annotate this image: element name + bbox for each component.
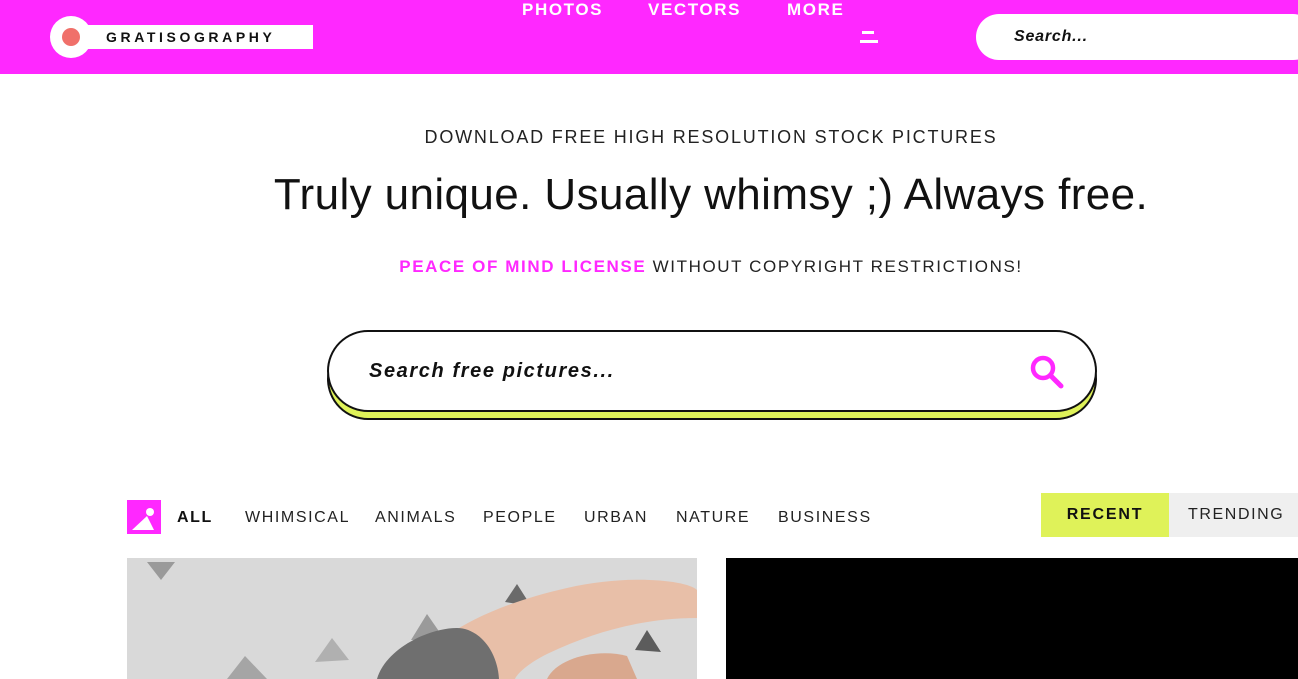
gallery-photo[interactable] xyxy=(726,558,1298,679)
photo-illustration xyxy=(127,558,697,679)
header-search-input[interactable] xyxy=(976,14,1298,60)
license-text: WITHOUT COPYRIGHT RESTRICTIONS! xyxy=(646,257,1023,276)
main-search-input[interactable] xyxy=(327,330,1097,412)
logo-text: GRATISOGRAPHY xyxy=(106,29,276,45)
image-icon[interactable] xyxy=(127,500,161,534)
sort-trending-button[interactable]: TRENDING xyxy=(1169,493,1298,537)
category-whimsical[interactable]: WHIMSICAL xyxy=(245,509,350,527)
page-tagline: DOWNLOAD FREE HIGH RESOLUTION STOCK PICT… xyxy=(424,127,998,147)
license-line: PEACE OF MIND LICENSE WITHOUT COPYRIGHT … xyxy=(0,257,1298,277)
category-nature[interactable]: NATURE xyxy=(676,509,750,527)
hamburger-icon[interactable] xyxy=(860,31,880,43)
category-urban[interactable]: URBAN xyxy=(584,509,648,527)
page-headline: Truly unique. Usually whimsy ;) Always f… xyxy=(273,170,1149,219)
category-business[interactable]: BUSINESS xyxy=(778,509,872,527)
category-people[interactable]: PEOPLE xyxy=(483,509,557,527)
license-link[interactable]: PEACE OF MIND LICENSE xyxy=(399,257,646,276)
gallery-photo[interactable] xyxy=(127,558,697,679)
nav-vectors[interactable]: VECTORS xyxy=(648,0,741,20)
nav-more[interactable]: MORE xyxy=(787,0,844,20)
sort-recent-button[interactable]: RECENT xyxy=(1041,493,1169,537)
main-search xyxy=(327,330,1097,420)
site-logo[interactable]: GRATISOGRAPHY xyxy=(50,16,314,58)
logo-dot xyxy=(62,28,80,46)
magnifier-icon[interactable] xyxy=(1029,354,1065,390)
category-animals[interactable]: ANIMALS xyxy=(375,509,456,527)
site-header: GRATISOGRAPHY PHOTOS VECTORS MORE xyxy=(0,0,1298,74)
category-all[interactable]: ALL xyxy=(177,509,213,527)
nav-photos[interactable]: PHOTOS xyxy=(522,0,603,20)
